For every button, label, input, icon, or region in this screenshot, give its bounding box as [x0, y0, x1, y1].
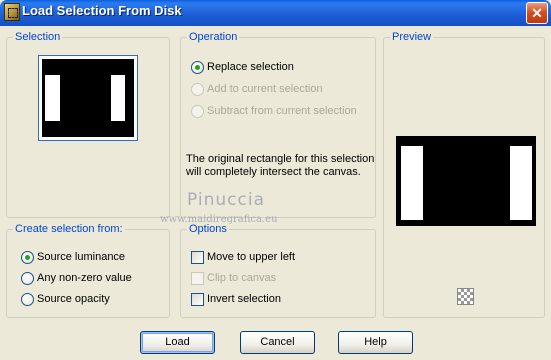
replace-selection-label: Replace selection: [207, 61, 294, 73]
invert-selection-label: Invert selection: [207, 293, 281, 305]
move-to-upper-left-label: Move to upper left: [207, 251, 296, 263]
watermark-name: Pinuccia: [187, 190, 265, 210]
any-non-zero-value-label: Any non-zero value: [37, 272, 132, 284]
preview-image: [396, 136, 536, 226]
subtract-from-selection-label: Subtract from current selection: [207, 105, 357, 117]
options-group-label: Options: [187, 222, 229, 236]
transparency-checker-icon[interactable]: [457, 288, 474, 305]
create-selection-from-label: Create selection from:: [13, 222, 125, 236]
help-button[interactable]: Help: [338, 331, 413, 354]
radio-indicator: [191, 61, 204, 74]
intersect-info-text: The original rectangle for this selectio…: [186, 153, 375, 178]
radio-indicator: [21, 272, 34, 285]
radio-indicator: [21, 293, 34, 306]
add-to-selection-label: Add to current selection: [207, 83, 323, 95]
load-selection-app-icon: [4, 3, 20, 21]
clip-to-canvas-label: Clip to canvas: [207, 272, 277, 284]
checkbox-box: [191, 272, 204, 285]
cancel-button[interactable]: Cancel: [240, 331, 315, 354]
radio-indicator: [191, 105, 204, 118]
selection-thumbnail[interactable]: [38, 55, 138, 141]
preview-white-left-bar: [401, 146, 423, 220]
title-bar: Load Selection From Disk ✕: [0, 0, 551, 26]
checkbox-box: [191, 293, 204, 306]
window-title: Load Selection From Disk: [22, 3, 182, 18]
source-opacity-label: Source opacity: [37, 293, 110, 305]
operation-group-label: Operation: [187, 30, 240, 44]
selection-group-label: Selection: [13, 30, 63, 44]
load-button[interactable]: Load: [140, 331, 215, 354]
radio-indicator: [191, 83, 204, 96]
preview-group-label: Preview: [390, 30, 434, 44]
source-luminance-label: Source luminance: [37, 251, 126, 263]
thumbnail-white-left-bar: [45, 75, 60, 121]
thumbnail-white-right-bar: [111, 75, 125, 121]
checkbox-box: [191, 251, 204, 264]
selection-thumbnail-image: [42, 59, 134, 137]
close-button[interactable]: ✕: [526, 2, 548, 24]
preview-white-right-bar: [510, 146, 532, 220]
radio-indicator: [21, 251, 34, 264]
